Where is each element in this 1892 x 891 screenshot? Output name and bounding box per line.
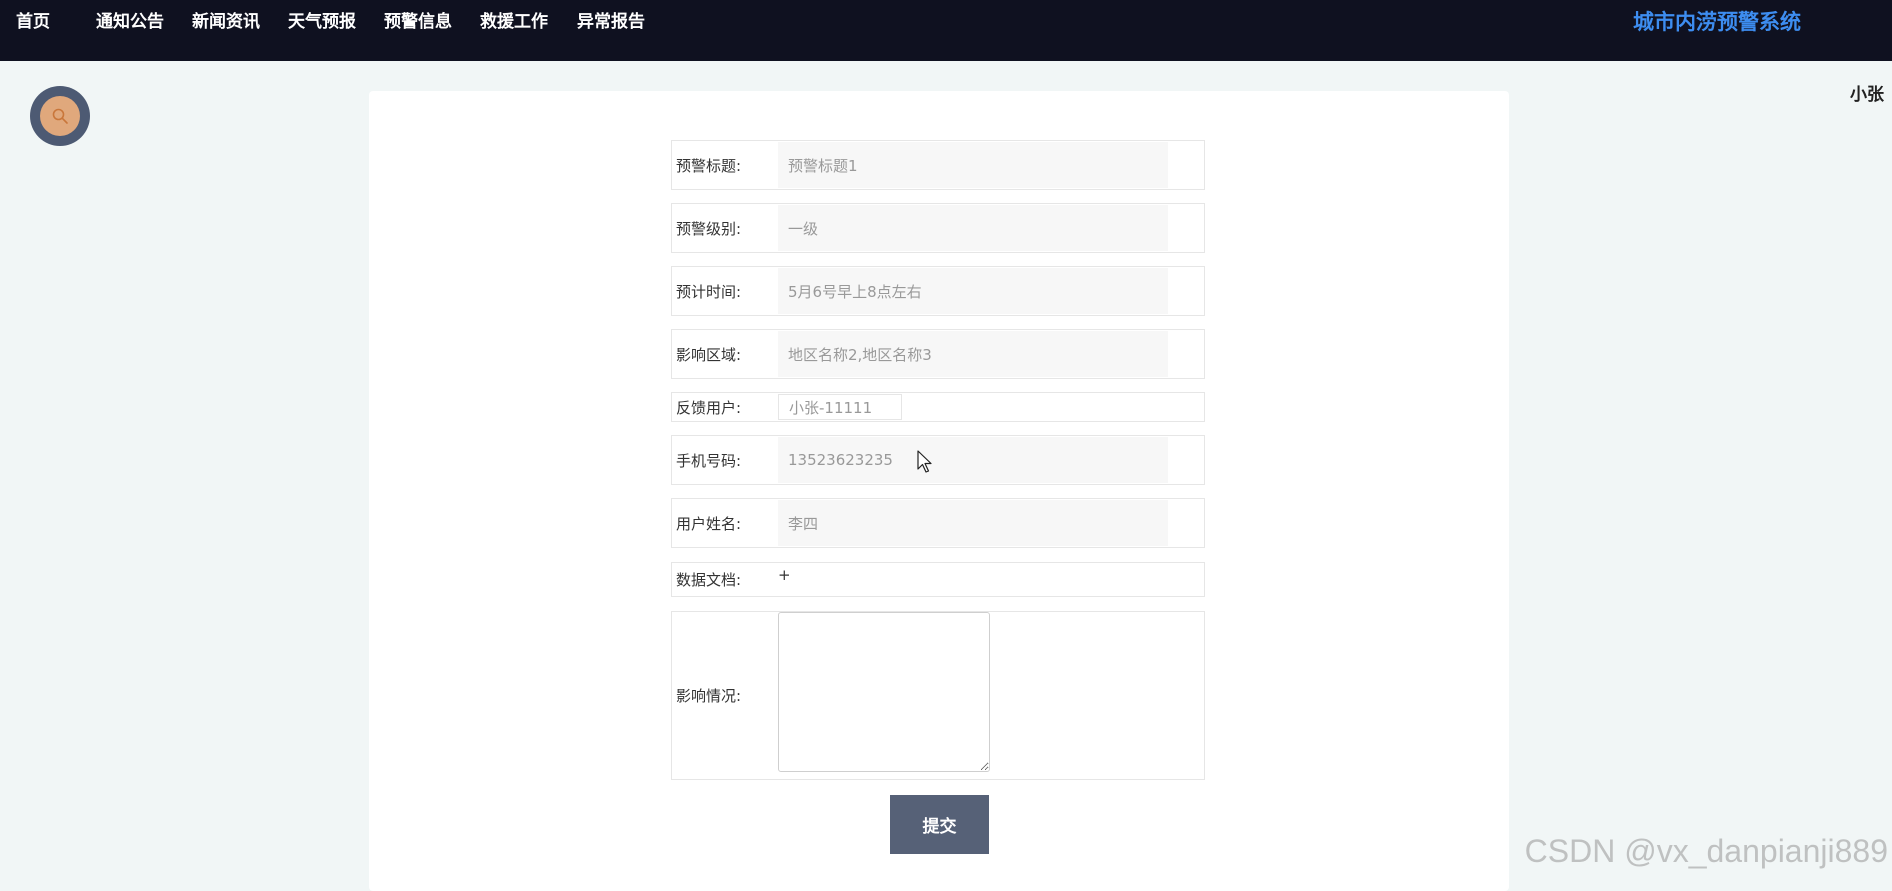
row-warning-level: 预警级别: xyxy=(671,203,1205,253)
nav-news[interactable]: 新闻资讯 xyxy=(192,10,260,34)
label-affected-area: 影响区域: xyxy=(676,345,742,364)
label-data-document: 数据文档: xyxy=(676,571,742,589)
top-navigation-bar: 首页 通知公告 新闻资讯 天气预报 预警信息 救援工作 异常报告 城市内涝预警系… xyxy=(0,0,1892,61)
phone-input[interactable] xyxy=(778,437,1168,483)
row-feedback-user: 反馈用户: xyxy=(671,392,1205,422)
label-feedback-user: 反馈用户: xyxy=(676,398,742,417)
row-impact: 影响情况: xyxy=(671,611,1205,780)
current-user[interactable]: 小张 xyxy=(1850,84,1884,106)
row-expected-time: 预计时间: xyxy=(671,266,1205,316)
search-button[interactable] xyxy=(30,86,90,146)
nav-warnings[interactable]: 预警信息 xyxy=(384,10,452,34)
row-affected-area: 影响区域: xyxy=(671,329,1205,379)
submit-button[interactable]: 提交 xyxy=(890,795,989,854)
search-button-inner xyxy=(40,96,80,136)
row-warning-title: 预警标题: xyxy=(671,140,1205,190)
watermark: CSDN @vx_danpianji889 xyxy=(1524,833,1888,869)
row-phone: 手机号码: xyxy=(671,435,1205,485)
label-username: 用户姓名: xyxy=(676,514,742,533)
row-data-document: 数据文档: + xyxy=(671,562,1205,597)
warning-title-input[interactable] xyxy=(778,142,1168,188)
nav-weather[interactable]: 天气预报 xyxy=(288,10,356,34)
impact-textarea[interactable] xyxy=(778,612,990,772)
plus-icon[interactable]: + xyxy=(778,566,791,584)
warning-level-input[interactable] xyxy=(778,205,1168,251)
feedback-user-select[interactable] xyxy=(778,394,902,420)
nav-home[interactable]: 首页 xyxy=(16,10,50,34)
label-expected-time: 预计时间: xyxy=(676,282,742,301)
username-input[interactable] xyxy=(778,500,1168,546)
nav-rescue[interactable]: 救援工作 xyxy=(480,10,548,34)
site-title: 城市内涝预警系统 xyxy=(1633,10,1801,34)
mouse-pointer-icon xyxy=(917,450,932,473)
row-username: 用户姓名: xyxy=(671,498,1205,548)
affected-area-input[interactable] xyxy=(778,331,1168,377)
nav-notices[interactable]: 通知公告 xyxy=(96,10,164,34)
label-impact: 影响情况: xyxy=(676,687,742,705)
label-warning-level: 预警级别: xyxy=(676,219,742,238)
expected-time-input[interactable] xyxy=(778,268,1168,314)
label-warning-title: 预警标题: xyxy=(676,156,742,175)
nav-abnormal-report[interactable]: 异常报告 xyxy=(577,10,645,34)
search-icon xyxy=(52,108,68,124)
label-phone: 手机号码: xyxy=(676,451,742,470)
